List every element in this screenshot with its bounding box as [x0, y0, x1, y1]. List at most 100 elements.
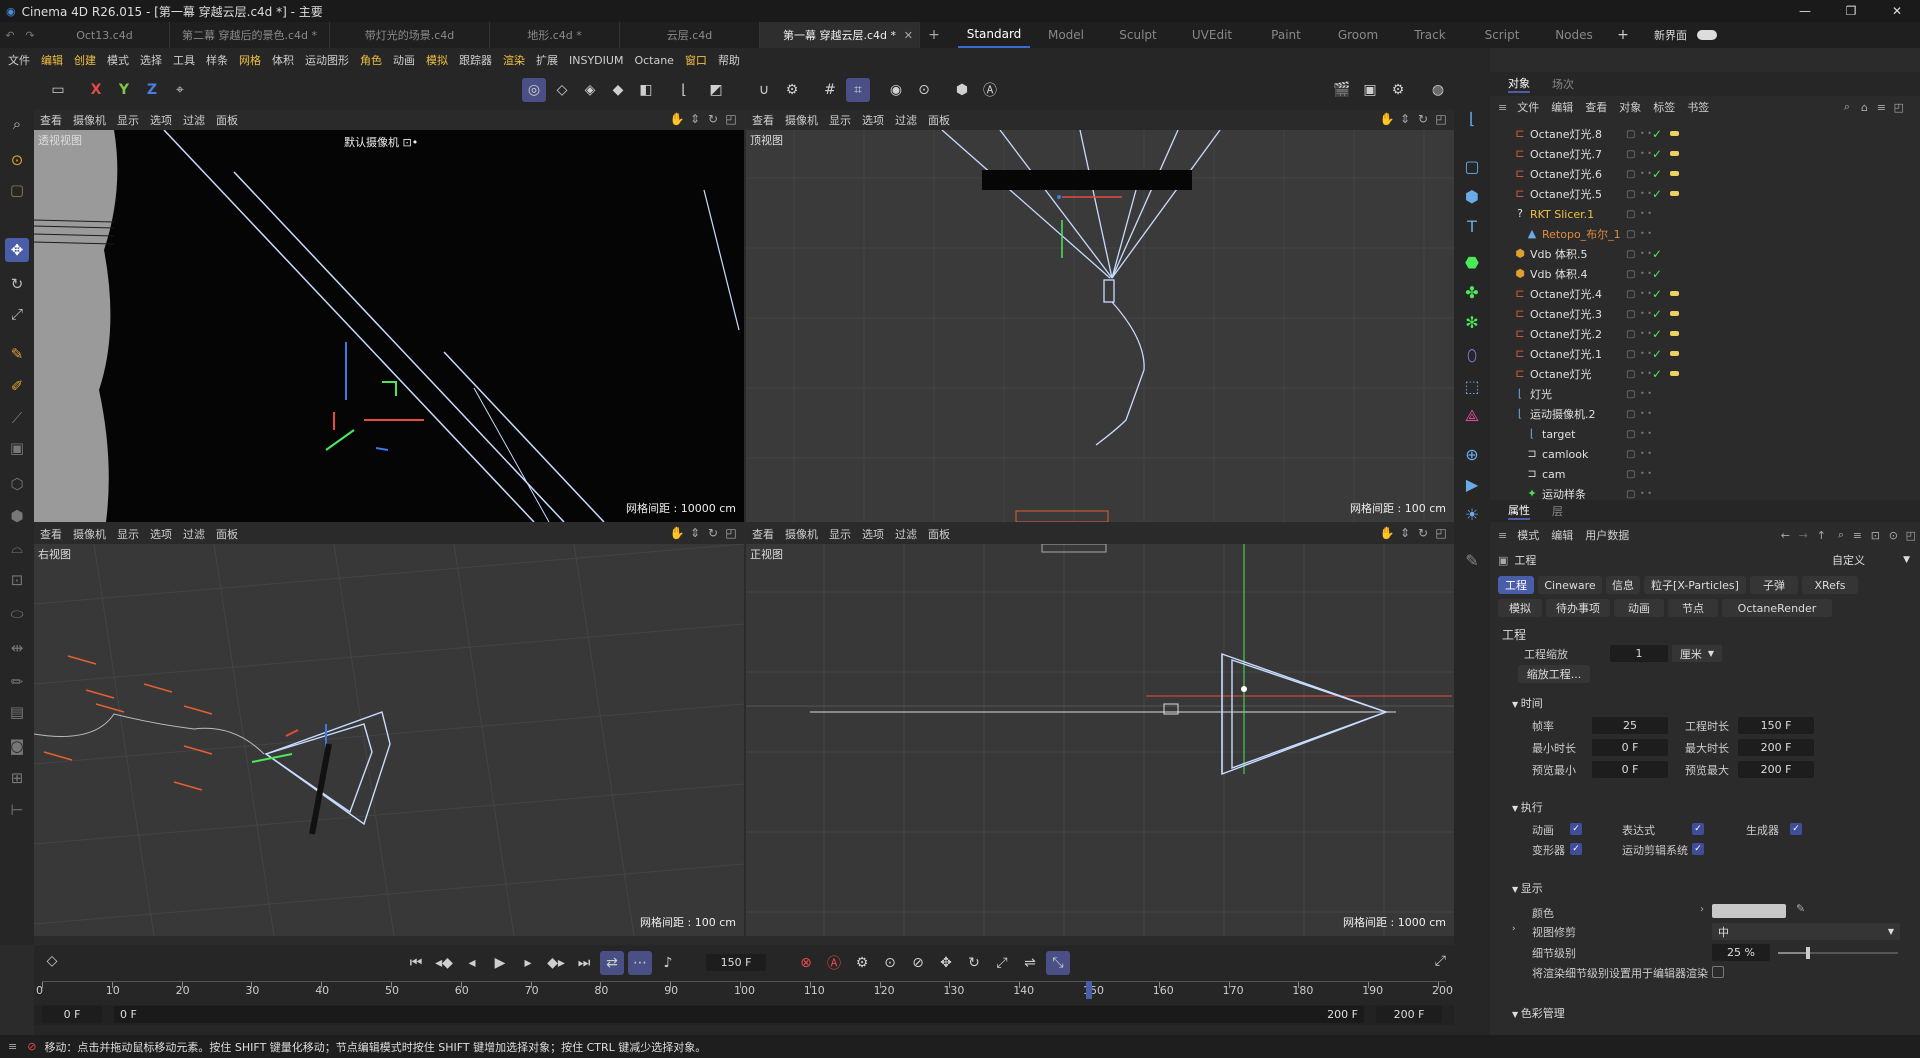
- editor-visibility-icon[interactable]: ▢: [1626, 409, 1635, 420]
- editor-visibility-icon[interactable]: ▢: [1626, 349, 1635, 360]
- am-menu-userdata[interactable]: 用户数据: [1585, 527, 1629, 543]
- vp-menu-display[interactable]: 显示: [117, 526, 139, 542]
- enabled-check-icon[interactable]: ✓: [1652, 247, 1662, 261]
- tab-objects[interactable]: 对象: [1508, 75, 1530, 93]
- generator-checkbox[interactable]: ✓: [1790, 823, 1802, 835]
- render-dots-icon[interactable]: • •: [1640, 250, 1652, 258]
- vp-menu-filter[interactable]: 过滤: [183, 112, 205, 128]
- pan-icon[interactable]: ✋: [1378, 526, 1396, 540]
- deformer-icon[interactable]: ⬯: [1460, 344, 1484, 368]
- timeline-graph-icon[interactable]: ⤢: [1435, 953, 1446, 969]
- menu-simulate[interactable]: 模拟: [426, 52, 448, 68]
- render-dots-icon[interactable]: • •: [1640, 310, 1652, 318]
- layout-model[interactable]: Model: [1030, 22, 1102, 48]
- render-dots-icon[interactable]: • •: [1640, 470, 1652, 478]
- octane-light-tag-icon[interactable]: [1670, 191, 1679, 196]
- preview-min-field[interactable]: 0 F: [1592, 761, 1668, 778]
- coordinate-system-icon[interactable]: ⌖: [168, 78, 192, 102]
- y-axis-button[interactable]: Y: [112, 78, 136, 102]
- editor-visibility-icon[interactable]: ▢: [1626, 249, 1635, 260]
- octane-light-tag-icon[interactable]: [1670, 151, 1679, 156]
- editor-visibility-icon[interactable]: ▢: [1626, 449, 1635, 460]
- editor-visibility-icon[interactable]: ▢: [1626, 129, 1635, 140]
- attr-tab[interactable]: OctaneRender: [1722, 599, 1832, 617]
- filter-icon[interactable]: ≡: [1853, 529, 1862, 542]
- menu-animate[interactable]: 动画: [393, 52, 415, 68]
- lod-slider-knob[interactable]: [1806, 947, 1810, 959]
- doc-tab[interactable]: 地形.c4d *: [490, 22, 620, 48]
- object-name[interactable]: target: [1542, 428, 1575, 441]
- editor-visibility-icon[interactable]: ▢: [1626, 469, 1635, 480]
- viewport-top[interactable]: 查看 摄像机 显示 选项 过滤 面板 ✋ ⇕ ↻ ◰ 顶视图 网格间距 : 100 c…: [746, 110, 1454, 522]
- brush-icon[interactable]: ✐: [5, 374, 29, 398]
- attr-tab[interactable]: 信息: [1606, 576, 1640, 594]
- object-name[interactable]: Octane灯光.2: [1530, 326, 1602, 342]
- vp-menu-options[interactable]: 选项: [150, 526, 172, 542]
- enabled-check-icon[interactable]: ✓: [1652, 327, 1662, 341]
- layout-paint[interactable]: Paint: [1250, 22, 1322, 48]
- cube-icon[interactable]: ▭: [46, 78, 70, 102]
- filter-icon[interactable]: ≡: [1877, 101, 1886, 114]
- solo-settings-icon[interactable]: ⊙: [912, 78, 936, 102]
- color-swatch[interactable]: [1712, 904, 1786, 918]
- octane-light-tag-icon[interactable]: [1670, 291, 1679, 296]
- render-dots-icon[interactable]: • •: [1640, 490, 1652, 498]
- object-name[interactable]: Octane灯光: [1530, 366, 1592, 382]
- enabled-check-icon[interactable]: ✓: [1652, 167, 1662, 181]
- menu-edit[interactable]: 编辑: [41, 52, 63, 68]
- editor-visibility-icon[interactable]: ▢: [1626, 209, 1635, 220]
- sound-icon[interactable]: ♪: [656, 951, 680, 975]
- texture-mode-icon[interactable]: ◩: [704, 78, 728, 102]
- lod-slider[interactable]: [1778, 947, 1898, 959]
- maximize-view-icon[interactable]: ◰: [1432, 526, 1450, 540]
- octane-icon[interactable]: ◍: [1426, 78, 1450, 102]
- keyframe-icon[interactable]: ◇: [42, 953, 62, 973]
- orbit-icon[interactable]: ↻: [1414, 112, 1432, 126]
- new-window-icon[interactable]: ◰: [1894, 101, 1904, 114]
- menu-render[interactable]: 渲染: [503, 52, 525, 68]
- key-rot-icon[interactable]: ↻: [962, 951, 986, 975]
- object-row[interactable]: ✦ 运动样条 ▢ • •: [1490, 484, 1920, 501]
- add-tab-button[interactable]: +: [920, 27, 948, 43]
- eyedropper-icon[interactable]: ✎: [1796, 902, 1805, 915]
- menu-file[interactable]: 文件: [8, 52, 30, 68]
- new-interface-button[interactable]: 新界面: [1654, 27, 1687, 43]
- vp-menu-panel[interactable]: 面板: [216, 526, 238, 542]
- object-name[interactable]: Octane灯光.7: [1530, 146, 1602, 162]
- text-icon[interactable]: T: [1460, 214, 1484, 238]
- gear-icon[interactable]: ⚙: [780, 78, 804, 102]
- redo-icon[interactable]: ↷: [20, 29, 40, 42]
- key-pla-icon[interactable]: ⤡: [1046, 951, 1070, 975]
- motion-system-checkbox[interactable]: ✓: [1692, 843, 1704, 855]
- layout-uvedit[interactable]: UVEdit: [1174, 22, 1250, 48]
- editor-visibility-icon[interactable]: ▢: [1626, 389, 1635, 400]
- render-dots-icon[interactable]: • •: [1640, 450, 1652, 458]
- layers-icon[interactable]: ▤: [5, 700, 29, 724]
- go-end-icon[interactable]: ⏭: [572, 951, 596, 975]
- top-canvas[interactable]: [746, 130, 1454, 522]
- cloner-icon[interactable]: ✤: [1460, 280, 1484, 304]
- vp-menu-panel[interactable]: 面板: [928, 112, 950, 128]
- object-name[interactable]: 运动摄像机.2: [1530, 406, 1596, 422]
- doc-tab[interactable]: 云层.c4d: [620, 22, 760, 48]
- close-tab-icon[interactable]: ✕: [904, 29, 913, 42]
- end-frame-field[interactable]: 200 F: [1376, 1006, 1442, 1023]
- render-dots-icon[interactable]: • •: [1640, 370, 1652, 378]
- environment-icon[interactable]: ⊕: [1460, 442, 1484, 466]
- chevron-right-icon[interactable]: ›: [1512, 924, 1516, 934]
- layout-nodes[interactable]: Nodes: [1538, 22, 1610, 48]
- editor-visibility-icon[interactable]: ▢: [1626, 169, 1635, 180]
- view-clip-dropdown[interactable]: 中 ▼: [1712, 923, 1900, 940]
- layout-track[interactable]: Track: [1394, 22, 1466, 48]
- editor-visibility-icon[interactable]: ▢: [1626, 489, 1635, 500]
- object-row[interactable]: ? RKT Slicer.1 ▢ • •: [1490, 204, 1920, 224]
- add-layout-button[interactable]: +: [1610, 27, 1636, 43]
- editor-visibility-icon[interactable]: ▢: [1626, 229, 1635, 240]
- layout-sculpt[interactable]: Sculpt: [1102, 22, 1174, 48]
- timeline-cursor-icon[interactable]: ⊙: [5, 148, 29, 172]
- search-icon[interactable]: ⌕: [1838, 528, 1844, 542]
- object-row[interactable]: ▲ Retopo_布尔_1 ▢ • •: [1490, 224, 1920, 244]
- object-name[interactable]: Vdb 体积.5: [1530, 246, 1587, 262]
- x-axis-button[interactable]: X: [84, 78, 108, 102]
- display-section[interactable]: ▼ 显示: [1512, 880, 1543, 896]
